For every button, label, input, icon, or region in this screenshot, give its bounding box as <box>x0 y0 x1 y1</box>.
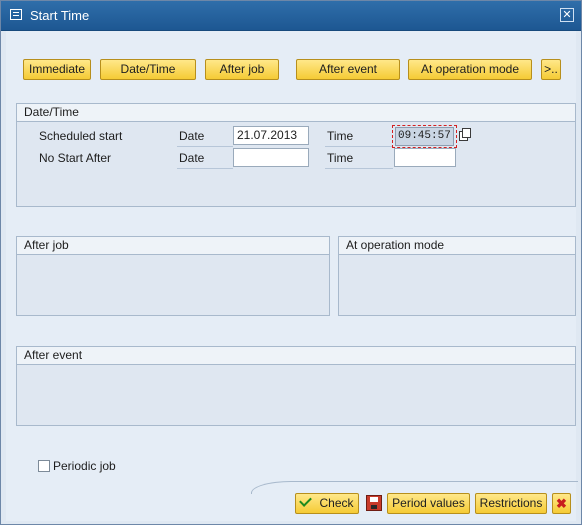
more-button[interactable]: >.. <box>541 59 561 80</box>
date-time-button[interactable]: Date/Time <box>100 59 196 80</box>
underline <box>325 168 393 169</box>
no-start-after-time-input[interactable] <box>394 148 456 167</box>
window-title: Start Time <box>30 8 90 23</box>
check-icon <box>299 494 313 507</box>
scheduled-start-label: Scheduled start <box>39 129 123 143</box>
check-button-label: Check <box>319 496 354 510</box>
no-start-date-label: Date <box>179 151 205 165</box>
at-operation-mode-button[interactable]: At operation mode <box>408 59 532 80</box>
after-job-group-header: After job <box>17 237 329 255</box>
after-event-group-header: After event <box>17 347 575 365</box>
underline <box>177 146 233 147</box>
date-time-group-header: Date/Time <box>17 104 575 122</box>
period-values-button[interactable]: Period values <box>387 493 470 514</box>
scheduled-date-label: Date <box>179 129 205 143</box>
after-job-group: After job <box>16 236 330 316</box>
scheduled-start-date-input[interactable]: 21.07.2013 <box>233 126 309 145</box>
copy-icon[interactable] <box>458 128 471 143</box>
underline <box>177 168 233 169</box>
no-start-time-label: Time <box>327 151 354 165</box>
save-icon[interactable] <box>366 495 382 511</box>
no-start-after-label: No Start After <box>39 151 112 165</box>
underline <box>325 146 393 147</box>
scheduled-time-label: Time <box>327 129 354 143</box>
cancel-icon[interactable]: ✖ <box>552 493 571 514</box>
at-operation-mode-group-header: At operation mode <box>339 237 575 255</box>
periodic-job-checkbox[interactable] <box>38 460 50 472</box>
after-job-button[interactable]: After job <box>205 59 279 80</box>
no-start-after-date-input[interactable] <box>233 148 309 167</box>
after-event-group: After event <box>16 346 576 426</box>
after-event-button[interactable]: After event <box>296 59 400 80</box>
periodic-job-label: Periodic job <box>53 459 116 473</box>
title-bar: Start Time ✕ <box>1 1 581 31</box>
window-icon <box>10 9 22 20</box>
check-button[interactable]: Check <box>295 493 359 514</box>
immediate-button[interactable]: Immediate <box>23 59 91 80</box>
at-operation-mode-group: At operation mode <box>338 236 576 316</box>
restrictions-button[interactable]: Restrictions <box>475 493 547 514</box>
start-time-dialog: Start Time ✕ Immediate Date/Time After j… <box>0 0 582 525</box>
scheduled-start-time-input[interactable]: 09:45:57 <box>395 127 454 146</box>
close-icon[interactable]: ✕ <box>560 8 574 22</box>
